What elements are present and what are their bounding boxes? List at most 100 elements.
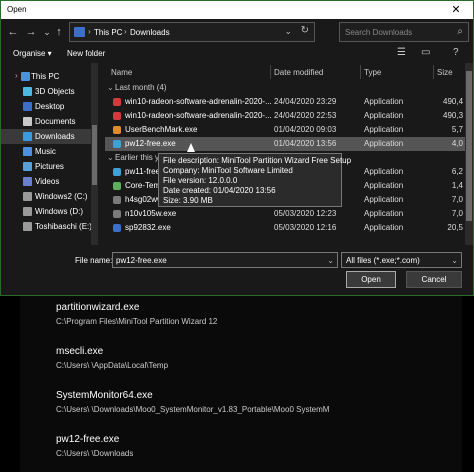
- file-name: win10-radeon-software-adrenalin-2020-...: [125, 111, 272, 120]
- nav-item-label: Windows (D:): [35, 207, 84, 216]
- process-list-item[interactable]: pw12-free.exe C:\Users\ \Downloads: [56, 434, 346, 458]
- nav-item-documents[interactable]: Documents: [1, 114, 93, 129]
- nav-item-icon: [23, 162, 32, 171]
- file-date: 05/03/2020 12:16: [274, 223, 337, 232]
- nav-item-label: Pictures: [35, 162, 64, 171]
- file-row[interactable]: pw12-free.exe 01/04/2020 13:56 Application…: [105, 137, 465, 151]
- file-type: Application: [364, 195, 404, 204]
- background-process-list: partitionwizard.exe C:\Program Files\Mini…: [20, 296, 474, 472]
- nav-item-downloads[interactable]: Downloads: [1, 129, 93, 144]
- file-list-scrollbar[interactable]: [465, 63, 473, 245]
- file-name-value: pw12-free.exe: [116, 256, 167, 265]
- file-type-value: All files (*.exe;*.com): [346, 256, 420, 265]
- file-row[interactable]: UserBenchMark.exe 01/04/2020 09:03 Applica…: [105, 123, 465, 137]
- nav-item-windows-d[interactable]: Windows (D:): [1, 204, 93, 219]
- file-date: 24/04/2020 22:53: [274, 111, 337, 120]
- chevron-down-icon[interactable]: ⌄: [327, 256, 334, 265]
- file-row[interactable]: win10-radeon-software-adrenalin-2020-...…: [105, 95, 465, 109]
- process-name: SystemMonitor64.exe: [56, 390, 153, 401]
- application-icon: [113, 224, 121, 232]
- file-type: Application: [364, 167, 404, 176]
- address-bar[interactable]: › This PC › Downloads ⌄ ↻: [69, 22, 315, 42]
- nav-item-toshibaschi-e[interactable]: Toshibaschi (E:): [1, 219, 93, 234]
- column-divider[interactable]: [433, 65, 434, 79]
- up-arrow-icon[interactable]: ↑: [51, 23, 67, 41]
- process-name: msecli.exe: [56, 346, 104, 357]
- chevron-down-icon[interactable]: ⌄: [284, 26, 292, 37]
- chevron-right-icon: ›: [88, 27, 91, 36]
- process-list-item[interactable]: partitionwizard.exe C:\Program Files\Mini…: [56, 302, 346, 326]
- nav-item-icon: [23, 177, 32, 186]
- application-icon: [113, 168, 121, 176]
- nav-item-label: Windows2 (C:): [35, 192, 88, 201]
- nav-item-music[interactable]: Music: [1, 144, 93, 159]
- process-path: C:\Program Files\MiniTool Partition Wiza…: [56, 317, 218, 326]
- file-type-select[interactable]: All files (*.exe;*.com) ⌄: [341, 252, 462, 268]
- search-input[interactable]: Search Downloads ⌕: [339, 22, 469, 42]
- nav-item-desktop[interactable]: Desktop: [1, 99, 93, 114]
- title-bar: Open ✕: [1, 1, 473, 19]
- tooltip-line: File version: 12.0.0.0: [163, 176, 238, 185]
- nav-item-icon: [21, 72, 30, 81]
- nav-item-icon: [23, 207, 32, 216]
- file-row[interactable]: sp92832.exe 05/03/2020 12:16 Application 20…: [105, 221, 465, 235]
- new-folder-button[interactable]: New folder: [67, 49, 105, 58]
- file-row[interactable]: win10-radeon-software-adrenalin-2020-...…: [105, 109, 465, 123]
- nav-item-this-pc[interactable]: › This PC: [1, 69, 93, 84]
- nav-pane-scrollbar[interactable]: [91, 63, 98, 245]
- process-list-item[interactable]: SystemMonitor64.exe C:\Users\ \Downloads\…: [56, 390, 346, 414]
- tooltip-line: Date created: 01/04/2020 13:56: [163, 186, 276, 195]
- nav-item-icon: [23, 132, 32, 141]
- nav-item-icon: [23, 147, 32, 156]
- preview-pane-icon[interactable]: ▭: [421, 47, 430, 58]
- file-size: 5,7: [451, 125, 463, 134]
- chevron-right-icon[interactable]: ›: [15, 71, 18, 80]
- column-name[interactable]: Name: [111, 68, 132, 77]
- nav-item-label: Desktop: [35, 102, 65, 111]
- column-size[interactable]: Size: [437, 68, 453, 77]
- refresh-icon[interactable]: ↻: [301, 25, 309, 36]
- breadcrumb-downloads[interactable]: Downloads: [130, 28, 170, 37]
- nav-item-icon: [23, 117, 32, 126]
- file-size: 20,5: [447, 223, 463, 232]
- view-options-icon[interactable]: ☰: [397, 47, 406, 58]
- column-header: Name Date modified Type Size: [105, 63, 465, 81]
- organise-button[interactable]: Organise ▾: [13, 49, 52, 58]
- file-date: 05/03/2020 12:23: [274, 209, 337, 218]
- process-list-item[interactable]: msecli.exe C:\Users\ \AppData\Local\Temp: [56, 346, 346, 370]
- file-type: Application: [364, 181, 404, 190]
- help-icon[interactable]: ?: [453, 47, 459, 58]
- column-divider[interactable]: [270, 65, 271, 79]
- scroll-thumb[interactable]: [92, 125, 97, 185]
- column-divider[interactable]: [360, 65, 361, 79]
- background-left-edge: [0, 296, 20, 472]
- nav-item-videos[interactable]: Videos: [1, 174, 93, 189]
- file-name: pw12-free.exe: [125, 139, 176, 148]
- file-size: 7,0: [451, 209, 463, 218]
- tooltip-line: Company: MiniTool Software Limited: [163, 166, 293, 175]
- cancel-button[interactable]: Cancel: [406, 271, 462, 288]
- file-name-input[interactable]: pw12-free.exe ⌄: [112, 252, 338, 268]
- file-size: 4,0: [451, 139, 463, 148]
- close-icon[interactable]: ✕: [439, 1, 473, 19]
- scroll-thumb[interactable]: [466, 71, 472, 221]
- file-row[interactable]: n10v105w.exe 05/03/2020 12:23 Application 7…: [105, 207, 465, 221]
- file-size: 490,4: [443, 97, 463, 106]
- column-type[interactable]: Type: [364, 68, 381, 77]
- open-button[interactable]: Open: [346, 271, 396, 288]
- back-arrow-icon[interactable]: ←: [5, 23, 21, 41]
- nav-item-label: This PC: [31, 72, 60, 81]
- breadcrumb-this-pc[interactable]: This PC: [94, 28, 122, 37]
- nav-item-windows2-c[interactable]: Windows2 (C:): [1, 189, 93, 204]
- forward-arrow-icon[interactable]: →: [23, 23, 39, 41]
- nav-item-3d-objects[interactable]: 3D Objects: [1, 84, 93, 99]
- file-info-tooltip: File description: MiniTool Partition Wiz…: [158, 153, 351, 207]
- application-icon: [113, 126, 121, 134]
- file-type: Application: [364, 97, 404, 106]
- column-date-modified[interactable]: Date modified: [274, 68, 323, 77]
- chevron-down-icon: ⌄: [107, 83, 114, 92]
- application-icon: [113, 182, 121, 190]
- nav-item-pictures[interactable]: Pictures: [1, 159, 93, 174]
- group-label: Last month (4): [115, 83, 167, 92]
- application-icon: [113, 196, 121, 204]
